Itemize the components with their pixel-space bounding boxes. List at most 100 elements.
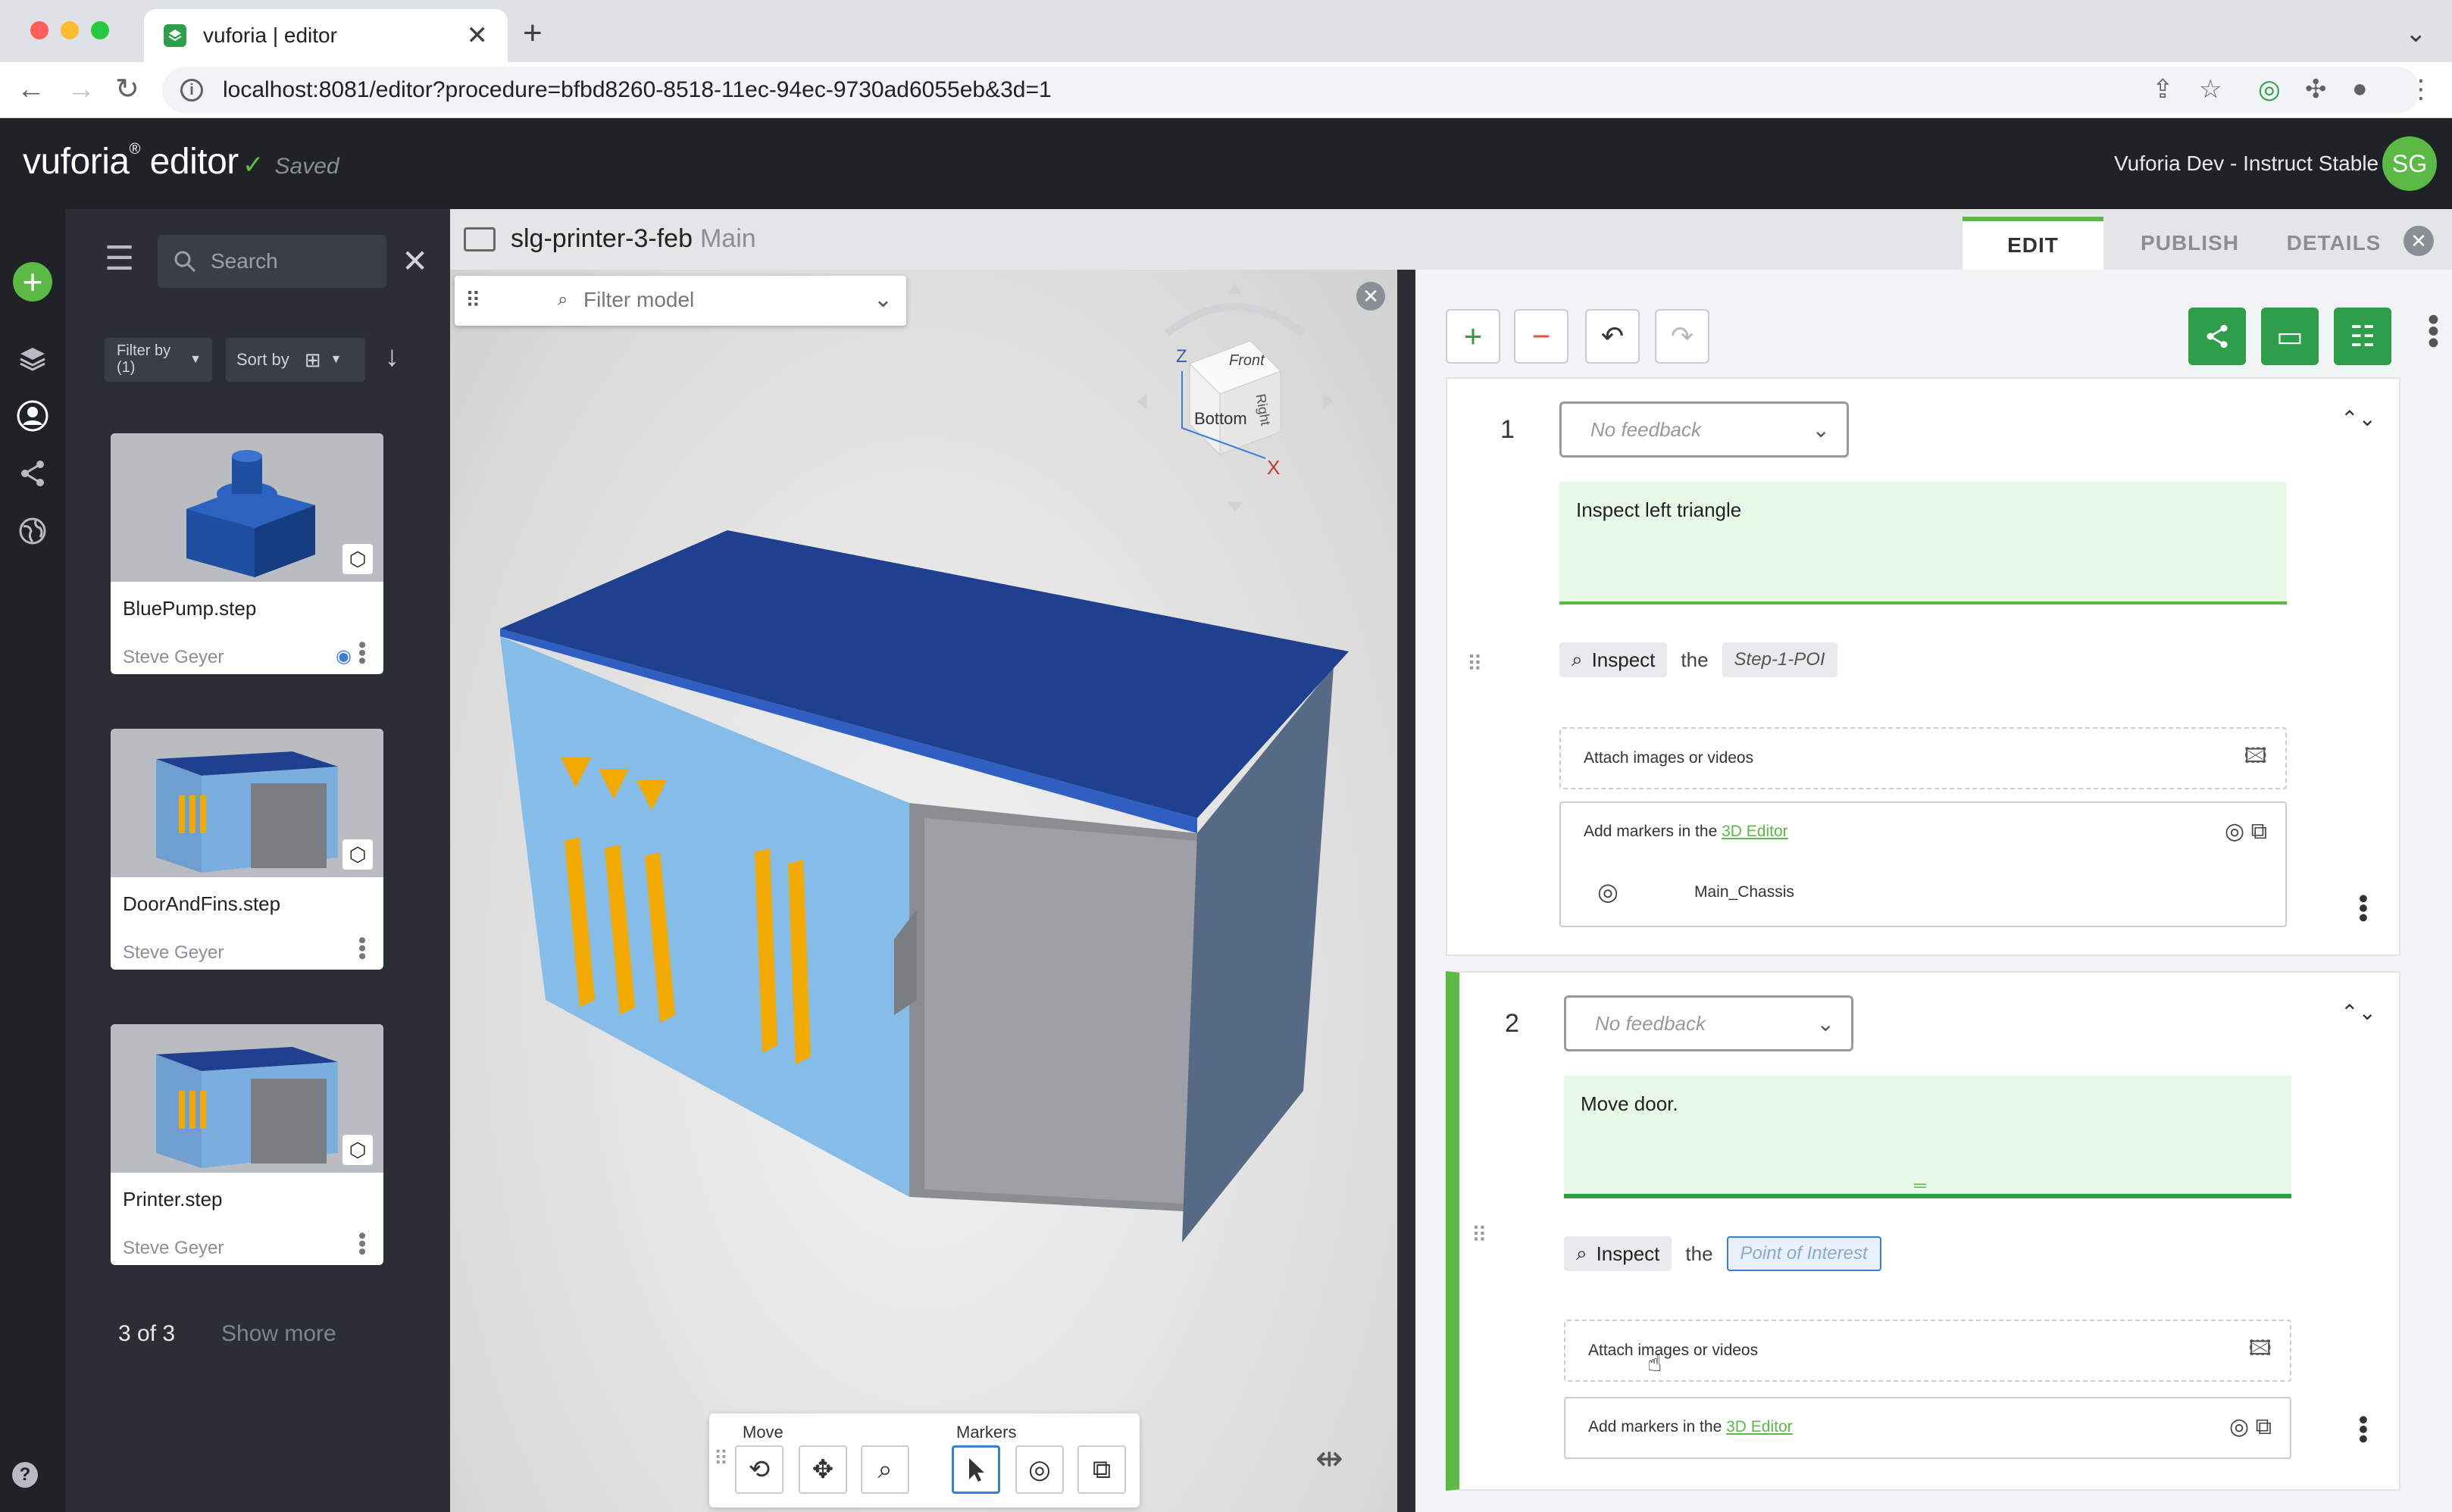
extension-icon[interactable]: ◎ xyxy=(2258,74,2281,105)
help-icon[interactable]: ? xyxy=(12,1462,38,1488)
close-library-icon[interactable]: ✕ xyxy=(402,242,428,280)
drag-handle-icon[interactable]: ⠿ xyxy=(465,288,481,313)
poi-marker-icon[interactable]: ◎ xyxy=(2225,819,2244,844)
instruction-textarea[interactable]: Move door. xyxy=(1564,1076,2291,1198)
inspect-action-button[interactable]: ⌕ Inspect xyxy=(1559,642,1668,677)
printer-3d-model[interactable] xyxy=(485,515,1364,1242)
search-placeholder: Search xyxy=(211,249,278,273)
attach-media-area[interactable]: Attach images or videos 🖾 xyxy=(1559,727,2287,789)
pan-tool-button[interactable]: ✥ xyxy=(799,1445,847,1494)
poi-marker-button[interactable]: ◎ xyxy=(1015,1445,1064,1494)
3d-editor-link[interactable]: 3D Editor xyxy=(1726,1418,1793,1435)
callout-marker-button[interactable]: ⧉ xyxy=(1077,1445,1126,1494)
3d-editor-link[interactable]: 3D Editor xyxy=(1722,823,1788,840)
new-tab-button[interactable]: + xyxy=(523,15,543,52)
tab-publish[interactable]: PUBLISH xyxy=(2122,217,2258,270)
library-item-printer[interactable]: ⬡ Printer.step Steve Geyer ••• xyxy=(111,1024,383,1265)
maximize-window-button[interactable] xyxy=(91,21,109,39)
list-view-icon[interactable]: ☰ xyxy=(105,239,134,278)
preview-window-button[interactable]: ▭ xyxy=(2261,308,2319,365)
site-info-icon[interactable]: i xyxy=(180,79,203,102)
item-more-icon[interactable]: ••• xyxy=(349,936,374,961)
cube-front-label: Front xyxy=(1229,352,1265,369)
step-card-1[interactable]: 1 No feedback ⌄ ⌃⌄ Inspect left triangle … xyxy=(1446,377,2400,956)
callout-marker-icon[interactable]: ⧉ xyxy=(2251,819,2267,844)
add-image-icon[interactable]: 🖾 xyxy=(2244,740,2267,776)
poi-marker-icon[interactable]: ◎ xyxy=(2229,1414,2249,1439)
share-icon[interactable] xyxy=(14,455,52,492)
library-search-input[interactable]: Search xyxy=(158,235,386,288)
sort-by-dropdown[interactable]: Sort by ⊞ ▼ xyxy=(226,338,365,382)
tab-search-chevron-icon[interactable]: ⌄ xyxy=(2405,18,2427,48)
step-list-button[interactable]: ☷ xyxy=(2334,308,2391,365)
show-more-button[interactable]: Show more xyxy=(221,1321,336,1347)
reload-icon[interactable]: ↻ xyxy=(115,71,139,108)
orbit-tool-button[interactable]: ⟲ xyxy=(735,1445,783,1494)
feedback-dropdown[interactable]: No feedback ⌄ xyxy=(1559,401,1849,458)
share-page-icon[interactable]: ⇪ xyxy=(2152,74,2174,105)
step-card-2[interactable]: 2 No feedback ⌄ ⌃⌄ Move door. ═ ⠿ ⌕ Inspec… xyxy=(1446,971,2400,1491)
poi-marker-icon: ◎ xyxy=(1597,878,1619,905)
save-status: ✓ Saved xyxy=(242,151,339,180)
fit-view-icon[interactable]: ⇹ xyxy=(1315,1439,1343,1478)
library-item-doorandfins[interactable]: ⬡ DoorAndFins.step Steve Geyer ••• xyxy=(111,729,383,970)
extensions-puzzle-icon[interactable]: ✣ xyxy=(2305,74,2327,105)
remove-step-button[interactable]: − xyxy=(1514,309,1568,364)
drag-handle-icon[interactable]: ⠿ xyxy=(1467,651,1483,676)
feedback-dropdown[interactable]: No feedback ⌄ xyxy=(1564,995,1853,1051)
item-more-icon[interactable]: ••• xyxy=(349,1232,374,1256)
close-window-button[interactable] xyxy=(30,21,48,39)
tab-details[interactable]: DETAILS xyxy=(2266,217,2402,270)
filter-model-dropdown[interactable]: ⠿ ⌕ Filter model ⌄ xyxy=(455,276,906,326)
user-library-icon[interactable] xyxy=(14,397,52,435)
redo-button[interactable]: ↷ xyxy=(1655,309,1709,364)
item-more-icon[interactable]: ••• xyxy=(349,641,374,665)
close-panel-icon[interactable]: ✕ xyxy=(2404,226,2434,256)
close-viewport-icon[interactable]: ✕ xyxy=(1356,282,1385,311)
panel-splitter[interactable] xyxy=(1397,270,1415,1512)
select-tool-button[interactable] xyxy=(952,1445,1000,1494)
attach-media-area[interactable]: Attach images or videos 🖾 xyxy=(1564,1320,2291,1382)
poi-target-chip[interactable]: Step-1-POI xyxy=(1722,642,1837,677)
close-tab-icon[interactable]: ✕ xyxy=(467,20,489,51)
drag-handle-icon[interactable]: ⠿ xyxy=(1472,1223,1487,1248)
add-step-button[interactable]: + xyxy=(1446,309,1500,364)
inspect-action-button[interactable]: ⌕ Inspect xyxy=(1564,1236,1672,1271)
tab-edit[interactable]: EDIT xyxy=(1963,217,2103,270)
url-text: localhost:8081/editor?procedure=bfbd8260… xyxy=(223,77,1052,102)
instruction-textarea[interactable]: Inspect left triangle xyxy=(1559,482,2287,604)
step-more-icon[interactable]: ••• xyxy=(2347,894,2379,923)
address-bar[interactable]: i localhost:8081/editor?procedure=bfbd82… xyxy=(162,67,2420,114)
library-item-bluepump[interactable]: ⬡ BluePump.step Steve Geyer ◉ ••• xyxy=(111,433,383,674)
browser-tab[interactable]: vuforia | editor ✕ xyxy=(144,9,508,62)
zoom-tool-button[interactable]: ⌕ xyxy=(861,1445,909,1494)
step-number: 2 xyxy=(1505,1009,1519,1038)
undo-button[interactable]: ↶ xyxy=(1585,309,1640,364)
back-arrow-icon[interactable]: ← xyxy=(17,71,45,108)
poi-target-chip[interactable]: Point of Interest xyxy=(1726,1236,1881,1271)
collapse-step-icon[interactable]: ⌃⌄ xyxy=(2341,1000,2376,1025)
browser-menu-icon[interactable]: ⋮ xyxy=(2408,74,2434,105)
sort-direction-arrow-icon[interactable]: ↓ xyxy=(385,341,399,373)
forward-arrow-icon[interactable]: → xyxy=(67,71,95,108)
minimize-window-button[interactable] xyxy=(61,21,79,39)
drag-handle-icon[interactable]: ⠿ xyxy=(714,1447,728,1470)
search-icon: ⌕ xyxy=(558,289,568,310)
share-button[interactable] xyxy=(2188,308,2246,365)
organization-name[interactable]: Vuforia Dev - Instruct Stable xyxy=(2114,152,2379,176)
add-icon[interactable]: + xyxy=(13,262,52,301)
filter-by-dropdown[interactable]: Filter by (1) ▼ xyxy=(105,338,212,382)
add-image-icon[interactable]: 🖾 xyxy=(2249,1332,2272,1369)
view-cube[interactable]: Front Bottom Right Z X xyxy=(1137,280,1334,523)
collapse-step-icon[interactable]: ⌃⌄ xyxy=(2341,406,2376,431)
user-avatar[interactable]: SG xyxy=(2382,136,2437,191)
markers-area: Add markers in the 3D Editor ◎ ⧉ xyxy=(1564,1397,2291,1459)
layers-icon[interactable] xyxy=(14,339,52,377)
profile-icon[interactable]: ● xyxy=(2352,74,2368,104)
step-more-icon[interactable]: ••• xyxy=(2347,1415,2379,1444)
resize-handle-icon[interactable]: ═ xyxy=(1914,1176,1926,1195)
more-options-icon[interactable]: ••• xyxy=(2414,314,2452,348)
bookmark-star-icon[interactable]: ☆ xyxy=(2199,74,2222,105)
callout-marker-icon[interactable]: ⧉ xyxy=(2256,1414,2272,1439)
globe-icon[interactable] xyxy=(14,512,52,550)
